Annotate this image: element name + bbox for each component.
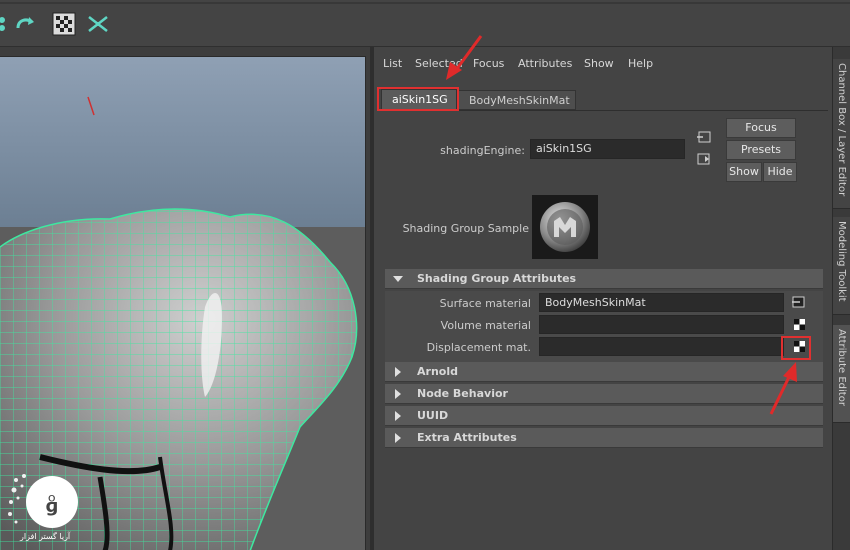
volume-material-label: Volume material xyxy=(440,319,531,332)
menu-selected[interactable]: Selected xyxy=(415,57,463,70)
section-node-behavior[interactable]: Node Behavior xyxy=(385,384,823,404)
tab-highlight-box xyxy=(377,87,459,111)
side-tab-modeling-toolkit[interactable]: Modeling Toolkit xyxy=(833,217,850,315)
volume-map-icon[interactable] xyxy=(794,319,805,330)
collapsed-arrow-icon xyxy=(395,411,401,421)
expanded-arrow-icon xyxy=(393,276,403,282)
section-arnold[interactable]: Arnold xyxy=(385,362,823,382)
sample-label: Shading Group Sample xyxy=(402,222,529,235)
hide-button[interactable]: Hide xyxy=(763,162,797,182)
presets-button[interactable]: Presets xyxy=(726,140,796,160)
menu-list[interactable]: List xyxy=(383,57,402,70)
surface-material-field[interactable]: BodyMeshSkinMat xyxy=(539,293,784,312)
side-tab-strip: Channel Box / Layer Editor Modeling Tool… xyxy=(832,47,850,550)
shading-sample-icon xyxy=(540,202,590,252)
checker-icon[interactable] xyxy=(52,12,76,36)
side-tab-channel-box[interactable]: Channel Box / Layer Editor xyxy=(833,59,850,209)
collapsed-arrow-icon xyxy=(395,367,401,377)
svg-text:ɡ: ɡ xyxy=(46,496,59,517)
section-label: Extra Attributes xyxy=(417,431,517,444)
watermark-text: آریا گستر افزار xyxy=(20,532,71,541)
section-label: UUID xyxy=(417,409,449,422)
displacement-material-label: Displacement mat. xyxy=(426,341,531,354)
surface-connection-icon[interactable] xyxy=(792,296,806,308)
section-extra-attributes[interactable]: Extra Attributes xyxy=(385,428,823,448)
side-tab-label: Modeling Toolkit xyxy=(836,221,847,302)
show-button[interactable]: Show xyxy=(726,162,762,182)
menu-help[interactable]: Help xyxy=(628,57,653,70)
side-tab-attribute-editor[interactable]: Attribute Editor xyxy=(833,325,850,423)
toolbar-separator xyxy=(0,2,850,4)
redo-icon[interactable] xyxy=(14,12,38,36)
collapsed-arrow-icon xyxy=(395,389,401,399)
focus-button[interactable]: Focus xyxy=(726,118,796,138)
collapsed-arrow-icon xyxy=(395,433,401,443)
volume-material-field[interactable] xyxy=(539,315,784,334)
side-tab-label: Channel Box / Layer Editor xyxy=(836,63,847,197)
section-label: Arnold xyxy=(417,365,458,378)
main-toolbar xyxy=(0,0,850,47)
tab-bodymeshskinmat[interactable]: BodyMeshSkinMat xyxy=(458,90,576,110)
menu-attributes[interactable]: Attributes xyxy=(518,57,572,70)
section-label: Shading Group Attributes xyxy=(417,272,577,285)
displacement-highlight-box xyxy=(781,336,811,360)
menu-focus[interactable]: Focus xyxy=(473,57,504,70)
attribute-editor-panel: List Selected Focus Attributes Show Help… xyxy=(374,47,832,550)
side-tab-label: Attribute Editor xyxy=(836,329,847,406)
input-connection-icon[interactable] xyxy=(697,131,711,143)
output-connection-icon[interactable] xyxy=(697,153,711,165)
node-name-field[interactable]: aiSkin1SG xyxy=(530,139,685,159)
menu-show[interactable]: Show xyxy=(584,57,614,70)
section-shading-group-attributes[interactable]: Shading Group Attributes xyxy=(385,269,823,289)
displacement-material-field[interactable] xyxy=(539,337,784,356)
section-uuid[interactable]: UUID xyxy=(385,406,823,426)
snap-icon[interactable] xyxy=(0,12,14,36)
shading-sample-swatch xyxy=(532,195,598,259)
node-type-label: shadingEngine: xyxy=(440,144,525,157)
mesh-symmetry-icon[interactable] xyxy=(86,12,110,36)
surface-material-label: Surface material xyxy=(439,297,531,310)
section-label: Node Behavior xyxy=(417,387,508,400)
